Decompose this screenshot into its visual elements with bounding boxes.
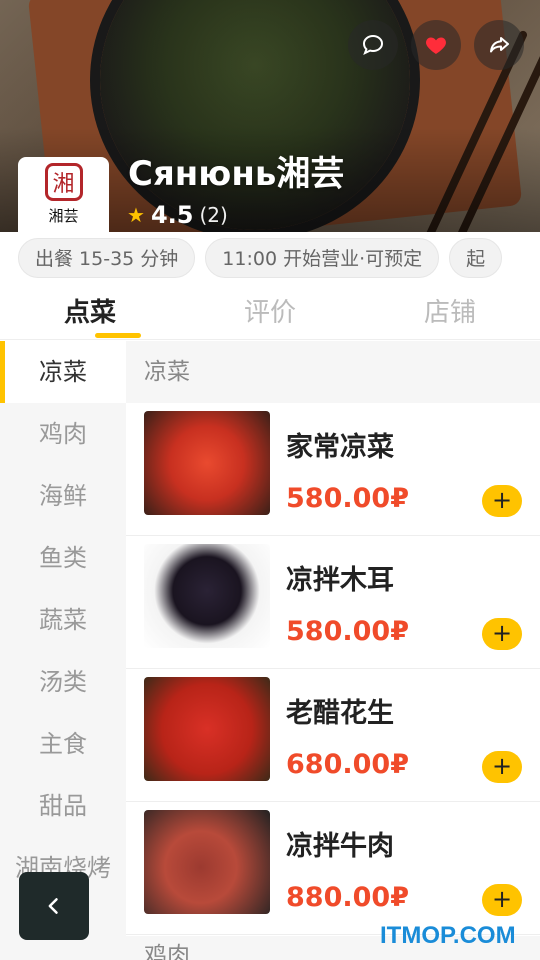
menu-item[interactable]: 凉拌木耳 580.00₽ +: [126, 536, 540, 669]
menu-item[interactable]: 凉拌牛肉 880.00₽ +: [126, 802, 540, 935]
comment-icon: [362, 34, 384, 55]
dish-price: 880.00₽: [286, 882, 409, 913]
logo-text: 湘芸: [48, 207, 79, 225]
share-button[interactable]: [474, 20, 524, 70]
comment-button[interactable]: [348, 20, 398, 70]
store-rating[interactable]: ★ 4.5 (2): [127, 201, 228, 229]
section-title: 凉菜: [126, 341, 540, 403]
menu-list[interactable]: 凉菜 家常凉菜 580.00₽ + 凉拌木耳 580.00₽ + 老醋花生 68…: [126, 341, 540, 960]
dish-price: 580.00₽: [286, 483, 409, 514]
add-to-cart-button[interactable]: +: [482, 884, 522, 916]
store-logo: 湘 湘芸: [18, 157, 109, 232]
dish-price: 580.00₽: [286, 616, 409, 647]
dish-image[interactable]: [144, 810, 270, 914]
sidebar-item-seafood[interactable]: 海鲜: [0, 465, 126, 527]
menu-item[interactable]: 老醋花生 680.00₽ +: [126, 669, 540, 802]
dish-name: 凉拌木耳: [286, 565, 394, 596]
tab-reviews[interactable]: 评价: [210, 292, 330, 329]
active-tab-indicator: [95, 333, 141, 338]
chip-min-order[interactable]: 起: [449, 238, 503, 278]
dish-name: 凉拌牛肉: [286, 831, 394, 862]
logo-seal: 湘: [44, 163, 83, 201]
chevron-left-icon: [48, 898, 58, 914]
chip-opening-hours[interactable]: 11:00 开始营业·可预定: [205, 238, 440, 278]
dish-image[interactable]: [144, 411, 270, 515]
add-to-cart-button[interactable]: +: [482, 751, 522, 783]
add-to-cart-button[interactable]: +: [482, 485, 522, 517]
tab-order[interactable]: 点菜: [30, 292, 150, 329]
sidebar-item-cold-dishes[interactable]: 凉菜: [0, 341, 126, 403]
sidebar-item-staples[interactable]: 主食: [0, 713, 126, 775]
share-icon: [490, 37, 509, 53]
menu-item[interactable]: 家常凉菜 580.00₽ +: [126, 403, 540, 536]
sidebar-item-desserts[interactable]: 甜品: [0, 775, 126, 837]
back-button[interactable]: [19, 872, 89, 940]
add-to-cart-button[interactable]: +: [482, 618, 522, 650]
dish-image[interactable]: [144, 677, 270, 781]
dish-name: 家常凉菜: [286, 432, 394, 463]
sidebar-item-chicken[interactable]: 鸡肉: [0, 403, 126, 465]
dish-name: 老醋花生: [286, 698, 394, 729]
rating-score: 4.5: [150, 201, 194, 229]
dish-price: 680.00₽: [286, 749, 409, 780]
category-sidebar: 凉菜 鸡肉 海鲜 鱼类 蔬菜 汤类 主食 甜品 湖南烧烤: [0, 341, 126, 960]
store-tabs: 点菜 评价 店铺: [0, 284, 540, 340]
star-icon: ★: [127, 203, 145, 227]
store-name: Сянюнь湘芸: [128, 154, 345, 194]
heart-icon: [426, 37, 446, 54]
sidebar-item-soups[interactable]: 汤类: [0, 651, 126, 713]
sidebar-item-vegetables[interactable]: 蔬菜: [0, 589, 126, 651]
rating-count: (2): [199, 203, 228, 227]
tab-store[interactable]: 店铺: [390, 292, 510, 329]
sidebar-item-fish[interactable]: 鱼类: [0, 527, 126, 589]
favorite-button[interactable]: [411, 20, 461, 70]
store-info-chips: 出餐 15-35 分钟 11:00 开始营业·可预定起: [18, 238, 540, 280]
watermark: ITMOP.COM: [380, 922, 516, 949]
dish-image[interactable]: [144, 544, 270, 648]
chip-prep-time[interactable]: 出餐 15-35 分钟: [18, 238, 196, 278]
